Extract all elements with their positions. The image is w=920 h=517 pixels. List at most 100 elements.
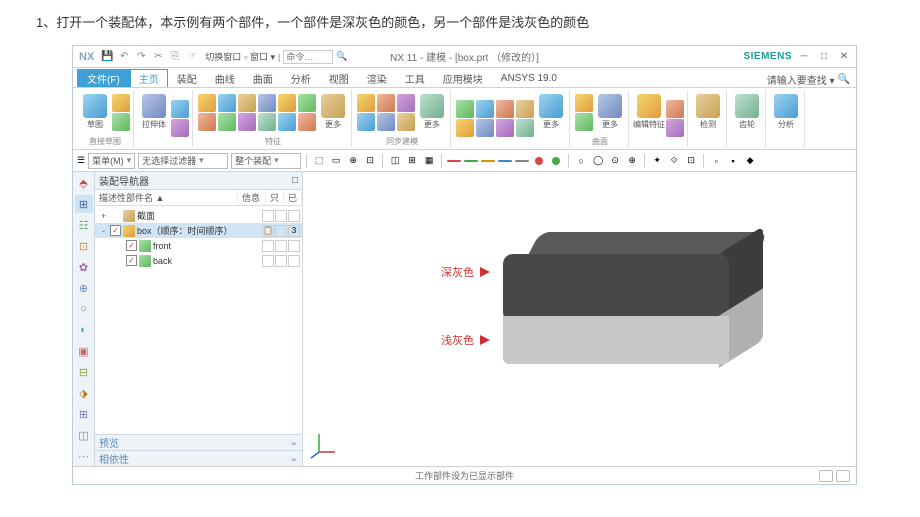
toolbar-icon[interactable]: ◫ [388,154,402,168]
tree-row[interactable]: ✓back [95,253,302,268]
nav-icon[interactable]: ⬗ [75,384,93,402]
tab-surface[interactable]: 曲面 [244,69,282,87]
checkbox-icon[interactable]: ✓ [126,240,137,251]
detect-button[interactable]: 检测 [693,90,723,134]
ribbon-icon[interactable] [238,113,256,131]
undo-icon[interactable]: ↶ [117,50,131,64]
nav-icon[interactable]: ⬘ [75,174,93,192]
ribbon-icon[interactable] [476,100,494,118]
close-icon[interactable]: ✕ [836,50,852,64]
ribbon-icon[interactable] [397,94,415,112]
checkbox-icon[interactable]: ✓ [126,255,137,266]
preview-panel[interactable]: 预览⌄ [95,434,302,450]
more-button[interactable]: 更多 [595,90,625,134]
checkbox-icon[interactable]: ✓ [110,225,121,236]
nav-icon[interactable]: ◫ [75,426,93,444]
toolbar-icon[interactable]: ☰ [77,155,85,166]
nav-icon[interactable]: ⊟ [75,363,93,381]
tab-assembly[interactable]: 装配 [168,69,206,87]
redo-icon[interactable]: ↷ [134,50,148,64]
nav-icon[interactable]: ○ [75,300,93,318]
cut-icon[interactable]: ✂ [151,50,165,64]
nav-icon[interactable]: ⊞ [75,195,93,213]
ribbon-icon[interactable] [258,113,276,131]
tab-home[interactable]: 主页 [130,69,168,87]
ribbon-icon[interactable] [476,119,494,137]
command-search[interactable] [283,50,333,64]
nav-icon[interactable]: ▣ [75,342,93,360]
dependency-panel[interactable]: 相依性⌄ [95,450,302,466]
toolbar-icon[interactable]: ✦ [650,154,664,168]
ribbon-icon[interactable] [298,94,316,112]
toolbar-icon[interactable]: ⬚ [312,154,326,168]
nav-icon[interactable]: ⊞ [75,405,93,423]
window-dropdown[interactable]: ▫ 窗口 ▾ [244,50,275,63]
menu-dropdown[interactable]: 菜单(M) [88,153,135,169]
toolbar-icon[interactable]: ▪ [726,154,740,168]
toolbar-icon[interactable] [549,154,563,168]
toolbar-icon[interactable]: ▭ [329,154,343,168]
ribbon-icon[interactable] [496,119,514,137]
file-tab[interactable]: 文件(F) [77,69,130,87]
toolbar-icon[interactable]: ⟐ [667,154,681,168]
ribbon-icon[interactable] [198,113,216,131]
nav-icon[interactable]: ⋯ [75,447,93,465]
toolbar-icon[interactable]: ○ [574,154,588,168]
toolbar-icon[interactable]: ⊙ [608,154,622,168]
sketch-button[interactable]: 草图 [80,90,110,134]
ribbon-icon[interactable] [218,113,236,131]
col-ex[interactable]: 已 [284,191,302,204]
tree-row[interactable]: +截面 [95,208,302,223]
toolbar-icon[interactable]: ▫ [709,154,723,168]
tab-curve[interactable]: 曲线 [206,69,244,87]
ribbon-icon[interactable] [171,100,189,118]
ribbon-icon[interactable] [357,94,375,112]
nav-icon[interactable]: ⊡ [75,237,93,255]
ribbon-icon[interactable] [218,94,236,112]
edit-feature-button[interactable]: 编辑特征 [634,90,664,134]
scope-dropdown[interactable]: 整个装配 [231,153,301,169]
tab-app[interactable]: 应用模块 [434,69,492,87]
toolbar-icon[interactable]: ⊕ [346,154,360,168]
ribbon-icon[interactable] [171,119,189,137]
nav-icon[interactable]: ✿ [75,258,93,276]
nav-icon[interactable]: ◐ [75,321,93,339]
tab-ansys[interactable]: ANSYS 19.0 [492,69,566,87]
nav-icon[interactable]: ☷ [75,216,93,234]
help-search[interactable]: 请输入要查找 ▾🔍 [767,72,856,87]
ribbon-icon[interactable] [278,113,296,131]
analyze-button[interactable]: 分析 [771,90,801,134]
toolbar-icon[interactable]: ⊕ [625,154,639,168]
toolbar-icon[interactable] [481,154,495,168]
status-icon[interactable] [836,470,850,482]
tab-view[interactable]: 视图 [320,69,358,87]
copy-icon[interactable]: ⎘ [168,50,182,64]
toolbar-icon[interactable] [532,154,546,168]
gear-button[interactable]: 齿轮 [732,90,762,134]
toolbar-icon[interactable] [515,154,529,168]
ribbon-icon[interactable] [397,113,415,131]
toolbar-icon[interactable] [464,154,478,168]
touch-icon[interactable]: ☞ [185,50,199,64]
ribbon-icon[interactable] [575,94,593,112]
toolbar-icon[interactable]: ⊡ [684,154,698,168]
ribbon-icon[interactable] [666,100,684,118]
nav-icon[interactable]: ⊕ [75,279,93,297]
maximize-icon[interactable]: □ [816,50,832,64]
ribbon-icon[interactable] [298,113,316,131]
ribbon-icon[interactable] [112,94,130,112]
toolbar-icon[interactable] [498,154,512,168]
toolbar-icon[interactable] [447,154,461,168]
col-name[interactable]: 描述性部件名 ▲ [95,191,238,204]
tab-analyze[interactable]: 分析 [282,69,320,87]
toolbar-icon[interactable]: ▦ [422,154,436,168]
ribbon-icon[interactable] [377,113,395,131]
minimize-icon[interactable]: ─ [796,50,812,64]
switch-window-label[interactable]: 切换窗口 [205,50,241,63]
tab-render[interactable]: 渲染 [358,69,396,87]
toolbar-icon[interactable]: ◆ [743,154,757,168]
status-icon[interactable] [819,470,833,482]
ribbon-icon[interactable] [258,94,276,112]
ribbon-icon[interactable] [357,113,375,131]
filter-dropdown[interactable]: 无选择过滤器 [138,153,228,169]
